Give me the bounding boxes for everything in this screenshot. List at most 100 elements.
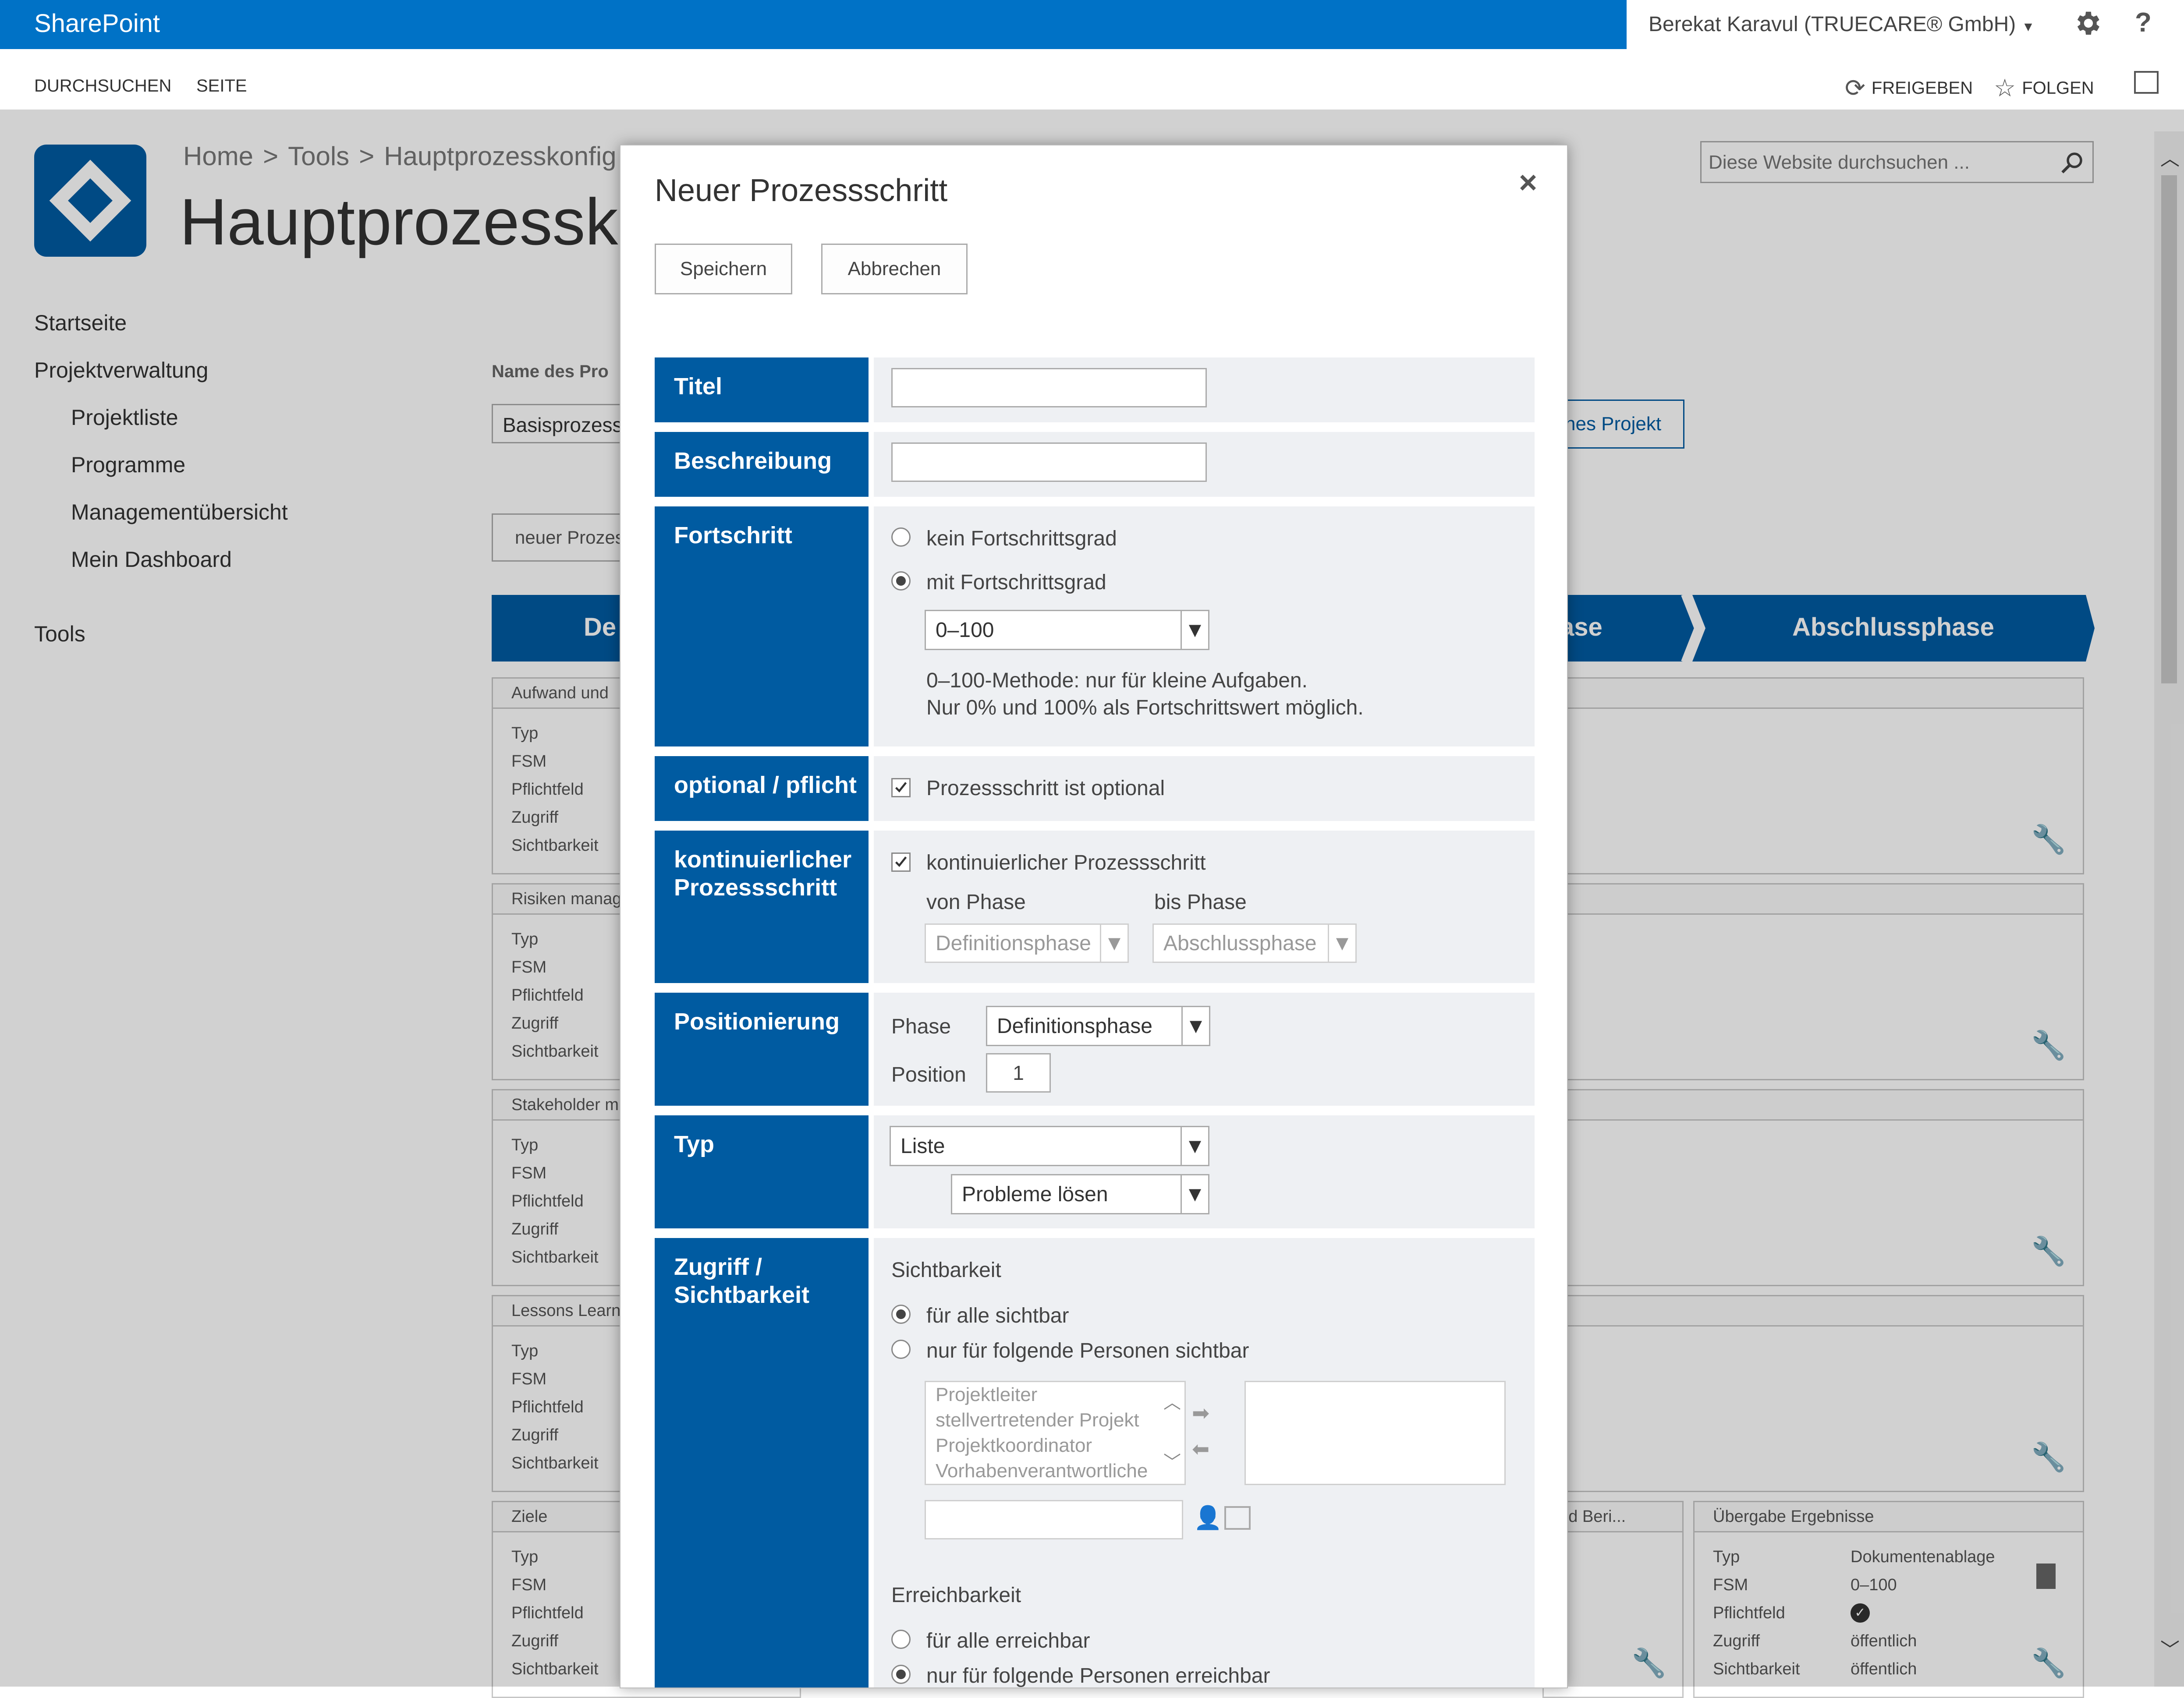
chevron-down-icon: ▼ <box>2021 20 2035 34</box>
radio-visible-all-label: für alle sichtbar <box>926 1304 1069 1327</box>
continuous-checkbox-label: kontinuierlicher Prozessschritt <box>926 851 1206 874</box>
radio-no-progress[interactable] <box>891 527 911 547</box>
save-label: Speichern <box>680 258 767 279</box>
check-names-icon[interactable]: 👤 <box>1194 1504 1222 1531</box>
field-positioning: Phase Definitionsphase ▼ Position 1 <box>874 993 1535 1106</box>
type-value: Liste <box>901 1134 945 1158</box>
focus-on-content-icon[interactable] <box>2134 71 2159 94</box>
phase-value: Definitionsphase <box>997 1014 1152 1038</box>
field-label-continuous: kontinuierlicher Prozessschritt <box>655 831 869 983</box>
dropdown-arrow-icon: ▼ <box>1328 925 1355 962</box>
radio-reach-some-label: nur für folgende Personen erreichbar <box>926 1664 1270 1687</box>
list-item[interactable]: stellvertretender Projekt <box>926 1408 1184 1433</box>
radio-reach-all-label: für alle erreichbar <box>926 1629 1090 1652</box>
dropdown-arrow-icon: ▼ <box>1181 611 1208 649</box>
radio-with-progress-label: mit Fortschrittsgrad <box>926 571 1106 594</box>
to-phase-value: Abschlussphase <box>1163 931 1317 955</box>
field-label-type: Typ <box>655 1115 869 1228</box>
dropdown-arrow-icon: ▼ <box>1100 925 1127 962</box>
available-roles-list[interactable]: Projektleiter stellvertretender Projekt … <box>925 1381 1186 1485</box>
new-process-step-dialog: Neuer Prozessschritt × Speichern Abbrech… <box>620 145 1568 1688</box>
cancel-label: Abbrechen <box>847 258 941 279</box>
radio-visible-some-label: nur für folgende Personen sichtbar <box>926 1339 1249 1362</box>
chevron-up-icon[interactable]: ︿ <box>1163 1388 1181 1414</box>
field-progress: kein Fortschrittsgrad mit Fortschrittsgr… <box>874 506 1535 746</box>
radio-visible-all[interactable] <box>891 1305 911 1324</box>
checkmark-icon <box>895 782 907 793</box>
radio-reach-some[interactable] <box>891 1665 911 1684</box>
gear-icon[interactable] <box>2072 8 2102 41</box>
visibility-heading: Sichtbarkeit <box>891 1259 1001 1282</box>
field-access: Sichtbarkeit für alle sichtbar nur für f… <box>874 1238 1535 1687</box>
field-label-access: Zugriff / Sichtbarkeit <box>655 1238 869 1687</box>
field-title <box>874 357 1535 422</box>
field-continuous: kontinuierlicher Prozessschritt von Phas… <box>874 831 1535 983</box>
field-label-positioning: Positionierung <box>655 993 869 1106</box>
arrow-right-icon[interactable]: ➡ <box>1192 1401 1209 1426</box>
radio-with-progress[interactable] <box>891 571 911 591</box>
radio-reach-all[interactable] <box>891 1630 911 1649</box>
radio-no-progress-label: kein Fortschrittsgrad <box>926 527 1117 550</box>
list-item[interactable]: Vorhabenverantwortliche <box>926 1458 1184 1484</box>
field-description <box>874 432 1535 497</box>
continuous-checkbox[interactable] <box>891 853 911 872</box>
share-button[interactable]: ⟳ FREIGEBEN <box>1845 74 1973 103</box>
from-phase-label: von Phase <box>926 891 1026 914</box>
subtype-value: Probleme lösen <box>962 1182 1108 1206</box>
people-picker-input[interactable] <box>925 1500 1183 1539</box>
follow-label: FOLGEN <box>2022 78 2094 98</box>
from-phase-value: Definitionsphase <box>936 931 1091 955</box>
dialog-title: Neuer Prozessschritt <box>655 173 948 208</box>
subtype-select[interactable]: Probleme lösen ▼ <box>951 1174 1209 1214</box>
field-type: Liste ▼ Probleme lösen ▼ <box>874 1115 1535 1228</box>
user-name: Berekat Karavul (TRUECARE® GmbH) <box>1649 13 2016 36</box>
progress-method-select[interactable]: 0–100 ▼ <box>925 610 1209 650</box>
share-label: FREIGEBEN <box>1871 78 1973 98</box>
optional-checkbox-label: Prozessschritt ist optional <box>926 777 1165 800</box>
help-icon[interactable]: ? <box>2135 7 2152 38</box>
save-button[interactable]: Speichern <box>655 244 792 294</box>
from-phase-select: Definitionsphase ▼ <box>925 923 1129 963</box>
field-label-description: Beschreibung <box>655 432 869 497</box>
dropdown-arrow-icon: ▼ <box>1181 1175 1208 1213</box>
reach-heading: Erreichbarkeit <box>891 1584 1021 1607</box>
ribbon: DURCHSUCHEN SEITE ⟳ FREIGEBEN ☆ FOLGEN <box>0 49 2184 110</box>
position-value: 1 <box>1013 1061 1024 1084</box>
arrow-left-icon[interactable]: ⬅ <box>1192 1437 1209 1461</box>
suite-bar: SharePoint Berekat Karavul (TRUECARE® Gm… <box>0 0 2184 49</box>
field-optional: Prozessschritt ist optional <box>874 756 1535 821</box>
to-phase-label: bis Phase <box>1154 891 1247 914</box>
radio-visible-some[interactable] <box>891 1340 911 1359</box>
user-area: Berekat Karavul (TRUECARE® GmbH) ▼ ? <box>1627 0 2184 49</box>
title-input[interactable] <box>891 368 1207 407</box>
description-input[interactable] <box>891 442 1207 482</box>
position-input[interactable]: 1 <box>986 1053 1051 1093</box>
tab-page[interactable]: SEITE <box>196 76 247 96</box>
star-icon: ☆ <box>1994 74 2016 102</box>
optional-checkbox[interactable] <box>891 778 911 797</box>
list-item[interactable]: Projektkoordinator <box>926 1433 1184 1458</box>
list-item[interactable]: Projektleiter <box>926 1382 1184 1408</box>
dropdown-arrow-icon: ▼ <box>1181 1007 1209 1045</box>
phase-select[interactable]: Definitionsphase ▼ <box>986 1006 1210 1046</box>
dropdown-arrow-icon: ▼ <box>1181 1127 1208 1165</box>
progress-hint-line1: 0–100-Methode: nur für kleine Aufgaben. <box>926 669 1308 692</box>
user-menu[interactable]: Berekat Karavul (TRUECARE® GmbH) ▼ <box>1649 12 2035 36</box>
type-select[interactable]: Liste ▼ <box>890 1126 1209 1166</box>
sharepoint-brand[interactable]: SharePoint <box>34 9 160 38</box>
share-icon: ⟳ <box>1845 74 1865 102</box>
progress-hint-line2: Nur 0% und 100% als Fortschrittswert mög… <box>926 696 1364 719</box>
checkmark-icon <box>895 856 907 867</box>
address-book-icon[interactable] <box>1224 1506 1251 1530</box>
phase-label: Phase <box>891 1015 951 1038</box>
selected-roles-list[interactable] <box>1244 1381 1506 1485</box>
cancel-button[interactable]: Abbrechen <box>821 244 968 294</box>
to-phase-select: Abschlussphase ▼ <box>1152 923 1357 963</box>
field-label-title: Titel <box>655 357 869 422</box>
field-label-optional: optional / pflicht <box>655 756 869 821</box>
close-icon[interactable]: × <box>1519 165 1537 201</box>
progress-method-value: 0–100 <box>936 618 994 642</box>
follow-button[interactable]: ☆ FOLGEN <box>1994 74 2094 103</box>
tab-browse[interactable]: DURCHSUCHEN <box>34 76 171 96</box>
chevron-down-icon[interactable]: ﹀ <box>1163 1448 1181 1473</box>
